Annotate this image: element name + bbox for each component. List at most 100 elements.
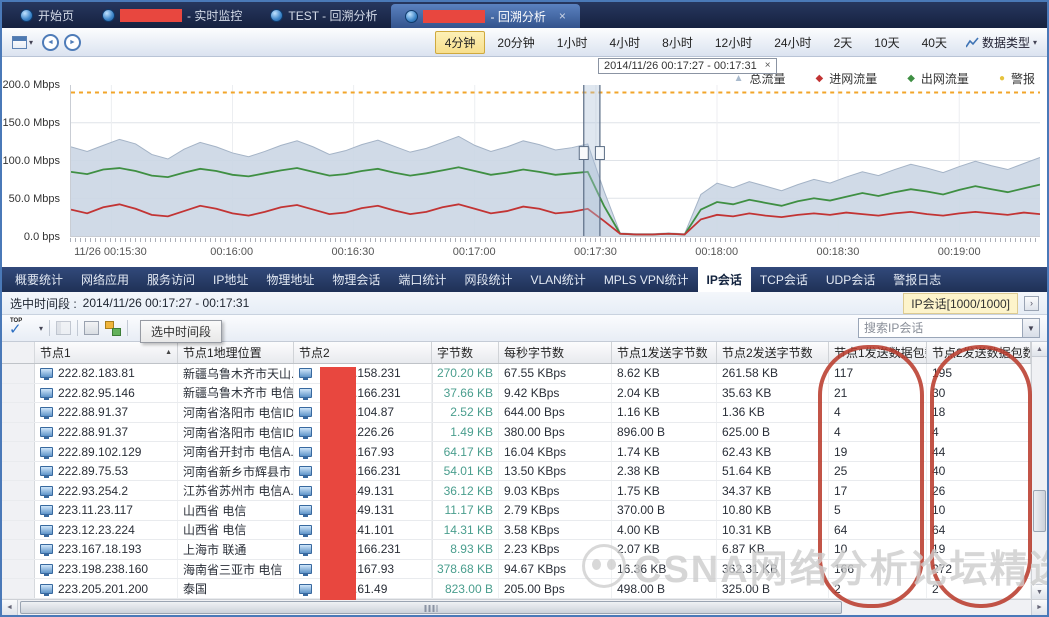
app-tab[interactable]: TEST - 回溯分析 [256,2,391,28]
table-row[interactable]: 222.93.254.2江苏省苏州市 电信A....49.13136.12 KB… [2,481,1031,501]
table-row[interactable]: 223.12.23.224山西省 电信.41.10114.31 KB3.58 K… [2,521,1031,541]
time-range-button[interactable]: 4小时 [599,31,650,54]
time-range-button[interactable]: 24小时 [764,31,821,54]
column-header[interactable] [2,342,35,363]
row-selector-cell[interactable] [2,442,35,461]
grid-view-icon[interactable] [56,321,71,335]
column-header[interactable]: 节点2发送数据包数 [927,342,1031,363]
stat-tab-警报日志[interactable]: 警报日志 [884,267,950,292]
column-header[interactable]: 节点1发送数据包数 [829,342,927,363]
time-range-button[interactable]: 12小时 [705,31,762,54]
horizontal-scroll-thumb[interactable] [20,601,842,614]
app-tab[interactable]: - 回溯分析× [391,4,579,28]
column-header[interactable]: 每秒字节数 [499,342,612,363]
stat-tab-IP地址[interactable]: IP地址 [204,267,257,292]
column-header[interactable]: 节点2发送字节数 [717,342,829,363]
stat-tab-MPLS VPN统计[interactable]: MPLS VPN统计 [595,267,698,292]
chart-plot-area[interactable] [70,85,1040,237]
stat-tab-网络应用[interactable]: 网络应用 [72,267,138,292]
stat-tab-物理会话[interactable]: 物理会话 [323,267,389,292]
time-range-button[interactable]: 2天 [824,31,863,54]
table-row[interactable]: 223.205.201.200泰国.61.49823.00 B205.00 Bp… [2,579,1031,599]
stat-tab-网段统计[interactable]: 网段统计 [455,267,521,292]
close-icon[interactable]: × [559,9,566,23]
time-range-button[interactable]: 10天 [864,31,909,54]
stat-tab-VLAN统计[interactable]: VLAN统计 [521,267,594,292]
column-header[interactable]: 节点1发送字节数 [612,342,717,363]
bytes-cell: 37.66 KB [432,384,499,403]
org-chart-icon[interactable] [105,321,121,336]
stat-tab-UDP会话[interactable]: UDP会话 [817,267,884,292]
row-selector-cell[interactable] [2,481,35,500]
scroll-left-icon[interactable]: ◄ [2,600,18,615]
scroll-right-icon[interactable]: ► [1031,600,1047,615]
row-selector-cell[interactable] [2,560,35,579]
table-row[interactable]: 222.89.102.129河南省开封市 电信A....167.9364.17 … [2,442,1031,462]
time-range-button[interactable]: 20分钟 [487,31,544,54]
search-dropdown-button[interactable]: ▼ [1023,318,1040,338]
scroll-up-icon[interactable]: ▲ [1032,342,1047,357]
stat-tab-概要统计[interactable]: 概要统计 [6,267,72,292]
hidden-tool-icon[interactable] [190,326,205,339]
row-selector-cell[interactable] [2,521,35,540]
bytes-cell: 36.12 KB [432,481,499,500]
chevron-down-icon[interactable]: ▾ [39,324,43,333]
time-range-button[interactable]: 40天 [912,31,957,54]
tab-label: 开始页 [38,7,74,24]
calendar-picker-button[interactable]: ▾ [8,33,37,52]
table-row[interactable]: 223.167.18.193上海市 联通.166.2318.93 KB2.23 … [2,540,1031,560]
stat-tab-IP会话[interactable]: IP会话 [698,267,751,292]
node1-bytes-cell: 2.07 KB [612,540,717,559]
table-row[interactable]: 222.89.75.53河南省新乡市辉县市 ....166.23154.01 K… [2,462,1031,482]
column-header[interactable]: 节点2 [294,342,432,363]
column-header[interactable]: 节点1▲ [35,342,178,363]
stat-tab-端口统计[interactable]: 端口统计 [389,267,455,292]
data-type-button[interactable]: 数据类型 ▾ [962,32,1041,53]
vertical-scroll-thumb[interactable] [1033,490,1046,532]
row-selector-cell[interactable] [2,364,35,383]
table-row[interactable]: 222.88.91.37河南省洛阳市 电信ID....104.872.52 KB… [2,403,1031,423]
app-tab[interactable]: - 实时监控 [88,2,256,28]
row-selector-cell[interactable] [2,579,35,598]
scroll-down-icon[interactable]: ▼ [1032,584,1047,599]
row-selector-cell[interactable] [2,540,35,559]
row-selector-cell[interactable] [2,384,35,403]
top-filter-button[interactable]: TOP ✓ [9,319,33,337]
node2-packets-cell: 40 [927,462,1031,481]
search-input[interactable] [858,318,1023,338]
column-header[interactable]: 节点1地理位置 [178,342,294,363]
bps-cell: 2.79 KBps [499,501,612,520]
table-row[interactable]: 223.198.238.160海南省三亚市 电信.167.93378.68 KB… [2,560,1031,580]
hidden-tool-icon[interactable] [171,326,186,339]
stat-tab-TCP会话[interactable]: TCP会话 [751,267,817,292]
time-back-button[interactable]: ◄ [42,34,59,51]
node1-packets-cell: 2 [829,579,927,598]
export-frame-icon[interactable] [84,321,99,335]
time-range-button[interactable]: 1小时 [547,31,598,54]
row-selector-cell[interactable] [2,403,35,422]
vertical-scrollbar[interactable]: ▲ ▼ [1031,342,1047,599]
table-row[interactable]: 222.88.91.37河南省洛阳市 电信ID....226.261.49 KB… [2,423,1031,443]
table-toolbar: TOP ✓ ▾ ▼ [2,315,1047,342]
column-header[interactable]: 字节数 [432,342,499,363]
row-selector-cell[interactable] [2,501,35,520]
hidden-tool-icon[interactable] [152,326,167,339]
node1-cell: 222.89.102.129 [35,442,178,461]
stat-tab-物理地址[interactable]: 物理地址 [257,267,323,292]
x-axis-label: 00:17:00 [453,246,496,258]
table-row[interactable]: 223.11.23.117山西省 电信.49.13111.17 KB2.79 K… [2,501,1031,521]
table-row[interactable]: 222.82.183.81新疆乌鲁木齐市天山....158.231270.20 … [2,364,1031,384]
row-selector-cell[interactable] [2,423,35,442]
legend-item: ◆出网流量 [907,70,969,87]
x-axis-label: 00:16:30 [331,246,374,258]
time-range-button[interactable]: 8小时 [652,31,703,54]
time-range-button[interactable]: 4分钟 [435,31,486,54]
stat-tab-服务访问[interactable]: 服务访问 [138,267,204,292]
table-row[interactable]: 222.82.95.146新疆乌鲁木齐市 电信.166.23137.66 KB9… [2,384,1031,404]
close-icon[interactable]: × [765,59,771,73]
time-forward-button[interactable]: ► [64,34,81,51]
horizontal-scrollbar[interactable]: ◄ ► [2,599,1047,615]
row-selector-cell[interactable] [2,462,35,481]
app-tab[interactable]: 开始页 [6,2,88,28]
badge-expand-button[interactable]: › [1024,296,1039,311]
